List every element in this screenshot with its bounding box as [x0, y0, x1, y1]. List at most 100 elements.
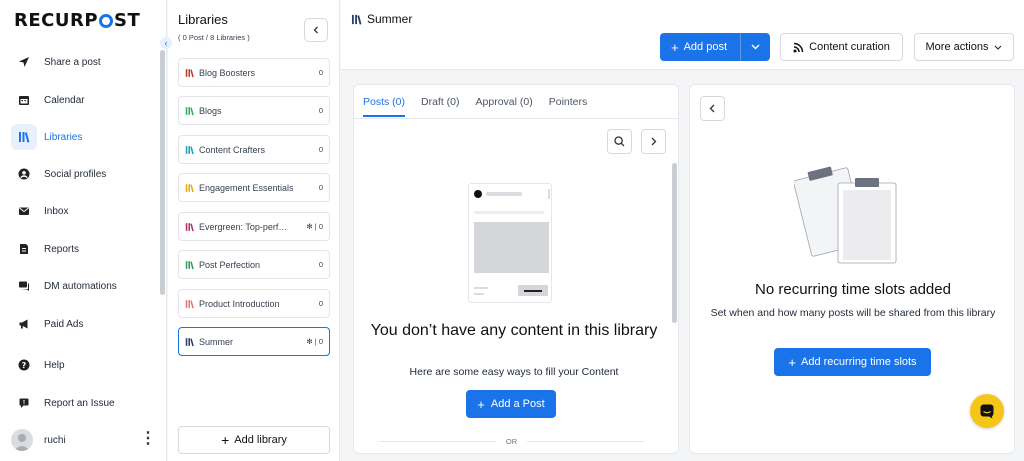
plus-icon: + — [671, 39, 679, 55]
library-post-count: 0 — [318, 106, 323, 115]
library-post-count: 0 — [318, 260, 323, 269]
library-item[interactable]: Summer ✻ | 0 — [178, 327, 330, 356]
add-recurring-time-slots-button[interactable]: + Add recurring time slots — [774, 348, 931, 376]
chat-icon — [11, 273, 37, 299]
add-post-dropdown-toggle[interactable] — [741, 44, 770, 50]
library-icon — [185, 299, 194, 308]
plus-icon: + — [221, 432, 230, 448]
tab-approval[interactable]: Approval (0) — [476, 96, 533, 117]
nav-label: Help — [44, 359, 65, 371]
empty-post-illustration — [468, 183, 552, 303]
library-name: Engagement Essentials — [199, 182, 294, 193]
library-name: Blog Boosters — [199, 67, 256, 78]
sidebar-scrollbar[interactable] — [160, 50, 165, 295]
help-icon: ? — [11, 352, 37, 378]
chevron-right-icon — [651, 137, 657, 146]
library-name: Summer — [199, 336, 234, 347]
recurpost-logo[interactable]: RECURP ST — [14, 10, 140, 31]
empty-slots-subtitle: Set when and how many posts will be shar… — [710, 307, 996, 319]
tab-pointers[interactable]: Pointers — [549, 96, 588, 117]
chat-widget-button[interactable] — [970, 394, 1004, 428]
nav-label: Paid Ads — [44, 318, 84, 330]
nav-label: Report an Issue — [44, 397, 115, 409]
add-post-button[interactable]: + Add post — [660, 40, 740, 55]
library-icon — [185, 337, 194, 346]
calendar-icon — [11, 87, 37, 113]
next-button[interactable] — [641, 129, 666, 154]
library-name: Post Perfection — [199, 259, 261, 270]
libraries-subtitle: ( 0 Post / 8 Libraries ) — [178, 33, 250, 42]
library-item[interactable]: Evergreen: Top-perf… ✻ | 0 — [178, 212, 330, 241]
library-post-count: 0 — [318, 145, 323, 154]
libraries-panel: Libraries ( 0 Post / 8 Libraries ) Blog … — [168, 0, 340, 461]
search-icon — [614, 136, 625, 147]
plus-icon: + — [477, 396, 485, 412]
chevron-left-icon — [709, 104, 715, 113]
main-sidebar: RECURP ST ‹ Share a post Calendar Librari… — [0, 0, 172, 461]
empty-state-subtitle: Here are some easy ways to fill your Con… — [409, 366, 619, 378]
user-menu[interactable]: ruchi ⋮ — [11, 427, 161, 453]
profile-icon — [11, 161, 37, 187]
content-scrollbar[interactable] — [672, 163, 677, 323]
library-item[interactable]: Blog Boosters 0 — [178, 58, 330, 87]
time-slots-panel: No recurring time slots added Set when a… — [689, 84, 1015, 454]
library-post-count: ✻ | 0 — [306, 337, 323, 346]
nav-label: Calendar — [44, 94, 85, 106]
avatar — [11, 429, 33, 451]
nav-item-calendar[interactable]: Calendar — [11, 86, 156, 114]
back-button[interactable] — [700, 96, 725, 121]
content-tabs: Posts (0) Draft (0) Approval (0) Pointer… — [363, 96, 603, 117]
collapse-sidebar-button[interactable]: ‹ — [160, 37, 172, 49]
nav-label: DM automations — [44, 280, 117, 292]
megaphone-icon — [11, 311, 37, 337]
kebab-menu-icon[interactable]: ⋮ — [140, 431, 156, 447]
content-curation-button[interactable]: Content curation — [780, 33, 903, 61]
library-icon — [185, 145, 194, 154]
rss-icon — [793, 42, 804, 52]
library-post-count: 0 — [318, 183, 323, 192]
tab-divider — [354, 118, 678, 119]
nav-item-social-profiles[interactable]: Social profiles — [11, 160, 156, 188]
library-post-count: ✻ | 0 — [306, 222, 323, 231]
flag-icon — [11, 390, 37, 416]
library-post-count: 0 — [318, 68, 323, 77]
library-icon — [185, 106, 194, 115]
tab-draft[interactable]: Draft (0) — [421, 96, 460, 117]
library-icon — [185, 183, 194, 192]
nav-label: Libraries — [44, 131, 83, 143]
nav-item-inbox[interactable]: Inbox — [11, 197, 156, 225]
user-name: ruchi — [44, 434, 66, 446]
nav-item-share-a-post[interactable]: Share a post — [11, 48, 156, 76]
libraries-icon — [11, 124, 37, 150]
svg-text:?: ? — [22, 361, 27, 370]
add-post-split-button[interactable]: + Add post — [660, 33, 770, 61]
logo-o-mark — [99, 13, 114, 28]
library-item[interactable]: Post Perfection 0 — [178, 250, 330, 279]
collapse-libraries-button[interactable] — [304, 18, 328, 42]
tab-posts[interactable]: Posts (0) — [363, 96, 406, 117]
more-actions-button[interactable]: More actions — [914, 33, 1014, 61]
library-item[interactable]: Content Crafters 0 — [178, 135, 330, 164]
chevron-left-icon — [313, 26, 318, 34]
add-a-post-button[interactable]: + Add a Post — [466, 390, 556, 418]
nav-item-reports[interactable]: Reports — [11, 235, 156, 263]
chevron-down-icon — [751, 44, 760, 50]
library-post-count: 0 — [318, 299, 323, 308]
plus-icon: + — [788, 354, 797, 370]
nav-label: Inbox — [44, 205, 69, 217]
page-header: Summer + Add post Content curation More … — [341, 0, 1024, 70]
library-icon — [185, 260, 194, 269]
nav-item-help[interactable]: ? Help — [11, 351, 156, 379]
search-button[interactable] — [607, 129, 632, 154]
nav-item-paid-ads[interactable]: Paid Ads — [11, 310, 156, 338]
add-library-button[interactable]: + Add library — [178, 426, 330, 454]
library-item[interactable]: Blogs 0 — [178, 96, 330, 125]
library-item[interactable]: Engagement Essentials 0 — [178, 173, 330, 202]
library-icon — [351, 14, 362, 25]
library-item[interactable]: Product Introduction 0 — [178, 289, 330, 318]
clipboard-illustration — [794, 166, 897, 264]
nav-item-libraries[interactable]: Libraries — [11, 123, 156, 151]
nav-item-dm-automations[interactable]: DM automations — [11, 272, 156, 300]
nav-item-report-an-issue[interactable]: Report an Issue — [11, 389, 156, 417]
libraries-title: Libraries — [178, 12, 228, 27]
